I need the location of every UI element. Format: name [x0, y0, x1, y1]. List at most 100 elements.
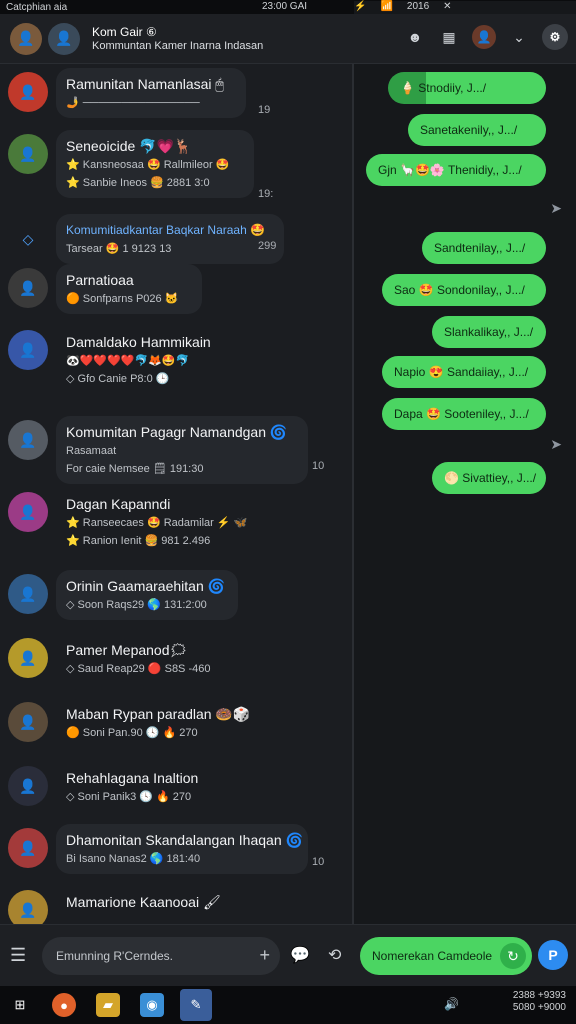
- chat-list: 👤 Ramunitan Namanlasai 🖱 🤳 ─────────────…: [0, 64, 352, 924]
- chat-time: 299: [258, 240, 277, 252]
- chat-bubble-icon[interactable]: 💬: [290, 945, 310, 965]
- calendar-icon[interactable]: ▦: [438, 26, 460, 48]
- chat-meta: ◇ Saud Reap29 🔴 S8S -460: [66, 663, 211, 675]
- message-pane: 🍦 Stnodiiy, J.../ Sanetakenily,, J.../ G…: [354, 64, 576, 924]
- status-time: 23:00 GAI: [262, 1, 308, 12]
- chat-meta: ⭐ Kansneosaa 🤩 Rallmileor 🤩: [66, 159, 230, 171]
- outgoing-message[interactable]: Slankalikay,, J.../: [432, 316, 546, 348]
- list-item[interactable]: 👤 Seneoicide 🐬💗🦌 ⭐ Kansneosaa 🤩 Rallmile…: [8, 130, 254, 198]
- avatar: 👤: [8, 492, 48, 532]
- chat-name: Dagan Kapanndi: [66, 496, 171, 512]
- chat-name: Parnatioaa: [66, 272, 134, 288]
- list-item[interactable]: 👤 Orinin Gaamaraehitan 🌀 ◇ Soon Raqs29 🌎…: [8, 570, 238, 620]
- chat-bubble: Rehahlagana Inaltion ◇ Soni Panik3 🕓 🔥 2…: [56, 762, 276, 812]
- chat-bubble: Seneoicide 🐬💗🦌 ⭐ Kansneosaa 🤩 Rallmileor…: [56, 130, 254, 198]
- list-item[interactable]: 👤 Pamer Mepanod🗯 ◇ Saud Reap29 🔴 S8S -46…: [8, 634, 256, 684]
- list-item[interactable]: 👤 Mamarione Kaanooai 🖌: [8, 886, 276, 924]
- chat-meta: 🤳 ───────────────: [66, 97, 200, 109]
- chat-header: 👤 👤 Kom Gair ⑥ Kommuntan Kamer Inarna In…: [0, 14, 576, 64]
- avatar: 👤: [8, 828, 48, 868]
- menu-icon[interactable]: ☰: [10, 945, 26, 966]
- chat-meta: ⭐ Ranseecaes 🤩 Radamilar ⚡ 🦋: [66, 517, 248, 529]
- avatar[interactable]: 👤: [10, 22, 42, 55]
- chat-meta: ⭐ Sanbie Ineos 🍔 2881 3:0: [66, 177, 210, 189]
- chat-meta: ◇ Gfo Canie P8:0 🕒: [66, 373, 170, 385]
- compose-icon[interactable]: P: [538, 940, 568, 970]
- avatar[interactable]: 👤: [472, 25, 496, 49]
- system-tray: 2388 +9393 5080 +9000: [513, 990, 566, 1014]
- chat-meta: 🐼❤️❤️❤️❤️🐬🦊🤩🐬: [66, 355, 190, 367]
- folder-icon[interactable]: ▰: [96, 993, 120, 1017]
- chat-bubble: Komumitan Pagagr Namandgan 🌀 Rasamaat Fo…: [56, 416, 308, 484]
- outgoing-message[interactable]: Dapa 🤩 Sooteniley,, J.../: [382, 398, 546, 430]
- chat-bubble: Komumitiadkantar Baqkar Naraah 🤩 Tarsear…: [56, 214, 284, 264]
- list-item[interactable]: 👤 Dhamonitan Skandalangan Ihaqan 🌀 Bi Is…: [8, 824, 308, 874]
- chat-name: Maban Rypan paradlan 🍩🎲: [66, 706, 251, 722]
- chat-name: Orinin Gaamaraehitan 🌀: [66, 578, 226, 594]
- list-item[interactable]: 👤 Maban Rypan paradlan 🍩🎲 🟠 Soni Pan.90 …: [8, 698, 276, 748]
- outgoing-message[interactable]: Gjn 🦙🤩🌸 Thenidiy,, J.../: [366, 154, 546, 186]
- windows-start-icon[interactable]: ⊞: [8, 993, 32, 1017]
- outgoing-message[interactable]: Sao 🤩 Sondonilay,, J.../: [382, 274, 546, 306]
- avatar: 👤: [8, 574, 48, 614]
- list-item[interactable]: 👤 Rehahlagana Inaltion ◇ Soni Panik3 🕓 🔥…: [8, 762, 276, 812]
- settings-avatar-icon[interactable]: ⚙: [542, 24, 568, 50]
- app-icon[interactable]: ◉: [140, 993, 164, 1017]
- outgoing-message[interactable]: Sanetakenily,, J.../: [408, 114, 546, 146]
- avatar: 👤: [8, 890, 48, 924]
- browser-icon[interactable]: ●: [52, 993, 76, 1017]
- taskbar: ⊞ ● ▰ ◉ ✎ 🔊 2388 +9393 5080 +9000: [0, 986, 576, 1024]
- chat-meta: 🟠 Sonfparns P026 🐱: [66, 293, 179, 305]
- chat-name: Rehahlagana Inaltion: [66, 770, 199, 786]
- chat-name: Ramunitan Namanlasai 🖱: [66, 76, 224, 92]
- diamond-icon: ◇: [22, 230, 34, 247]
- chat-name: Pamer Mepanod🗯: [66, 642, 188, 658]
- avatar: 👤: [8, 330, 48, 370]
- list-item[interactable]: 👤 Komumitan Pagagr Namandgan 🌀 Rasamaat …: [8, 416, 308, 484]
- list-item[interactable]: 👤 Parnatioaa 🟠 Sonfparns P026 🐱: [8, 264, 202, 314]
- chat-bubble: Dagan Kapanndi ⭐ Ranseecaes 🤩 Radamilar …: [56, 488, 316, 556]
- avatar: 👤: [8, 702, 48, 742]
- chat-meta: ◇ Soni Panik3 🕓 🔥 270: [66, 791, 192, 803]
- outgoing-message[interactable]: 🍦 Stnodiiy, J.../: [388, 72, 546, 104]
- emoji-icon[interactable]: ☻: [404, 26, 426, 48]
- list-item[interactable]: 👤 Dagan Kapanndi ⭐ Ranseecaes 🤩 Radamila…: [8, 488, 316, 556]
- list-item[interactable]: 👤 Damaldako Hammikain 🐼❤️❤️❤️❤️🐬🦊🤩🐬 ◇ Gf…: [8, 326, 326, 394]
- chat-name: Komumitan Pagagr Namandgan 🌀: [66, 424, 288, 440]
- notes-icon[interactable]: ✎: [180, 989, 212, 1021]
- outgoing-message[interactable]: Sandtenilay,, J.../: [422, 232, 546, 264]
- list-item[interactable]: 👤 Ramunitan Namanlasai 🖱 🤳 ─────────────…: [8, 68, 246, 118]
- header-actions: ☻ ▦ 👤 ⌄ ⚙: [404, 24, 568, 50]
- chat-bubble: Ramunitan Namanlasai 🖱 🤳 ───────────────: [56, 68, 246, 118]
- chat-bubble: Damaldako Hammikain 🐼❤️❤️❤️❤️🐬🦊🤩🐬 ◇ Gfo …: [56, 326, 326, 394]
- send-button[interactable]: Nomerekan Camdeole ↻: [360, 937, 532, 975]
- chat-bubble: Maban Rypan paradlan 🍩🎲 🟠 Soni Pan.90 🕓 …: [56, 698, 276, 748]
- plus-icon[interactable]: +: [259, 945, 270, 966]
- chat-meta: For caie Nemsee 🗒 191:30: [66, 463, 204, 475]
- avatar: 👤: [8, 766, 48, 806]
- chat-meta: Tarsear 🤩 1 9123 13: [66, 243, 172, 255]
- volume-icon[interactable]: 🔊: [444, 997, 459, 1011]
- refresh-icon[interactable]: ⟲: [328, 945, 341, 965]
- chevron-down-icon[interactable]: ⌄: [508, 26, 530, 48]
- send-label: Nomerekan Camdeole: [372, 949, 493, 963]
- avatar: 👤: [8, 638, 48, 678]
- header-titles: Kom Gair ⑥ Kommuntan Kamer Inarna Indasa…: [92, 25, 263, 53]
- avatar: 👤: [8, 72, 48, 112]
- tray-line: 5080 +9000: [512, 1002, 566, 1013]
- chat-time: 10: [312, 856, 325, 868]
- avatar[interactable]: 👤: [48, 22, 80, 55]
- avatar: 👤: [8, 420, 48, 460]
- tray-line: 2388 +9393: [512, 990, 566, 1001]
- message-input[interactable]: Emunning R'Cerndes. +: [42, 937, 280, 975]
- page-subtitle: Kommuntan Kamer Inarna Indasan: [92, 39, 264, 52]
- list-item[interactable]: ◇ Komumitiadkantar Baqkar Naraah 🤩 Tarse…: [8, 214, 284, 264]
- send-status-icon: ➤: [550, 200, 562, 216]
- outgoing-message[interactable]: 🌕 Sivattiey,, J.../: [432, 462, 546, 494]
- avatar: 👤: [8, 134, 48, 174]
- status-app: Catcphian aia: [6, 1, 68, 13]
- chat-bubble: Mamarione Kaanooai 🖌: [56, 886, 276, 924]
- chat-bubble: Orinin Gaamaraehitan 🌀 ◇ Soon Raqs29 🌎 1…: [56, 570, 238, 620]
- chat-name: Dhamonitan Skandalangan Ihaqan 🌀: [66, 832, 303, 848]
- outgoing-message[interactable]: Napio 😍 Sandaiiay,, J.../: [382, 356, 546, 388]
